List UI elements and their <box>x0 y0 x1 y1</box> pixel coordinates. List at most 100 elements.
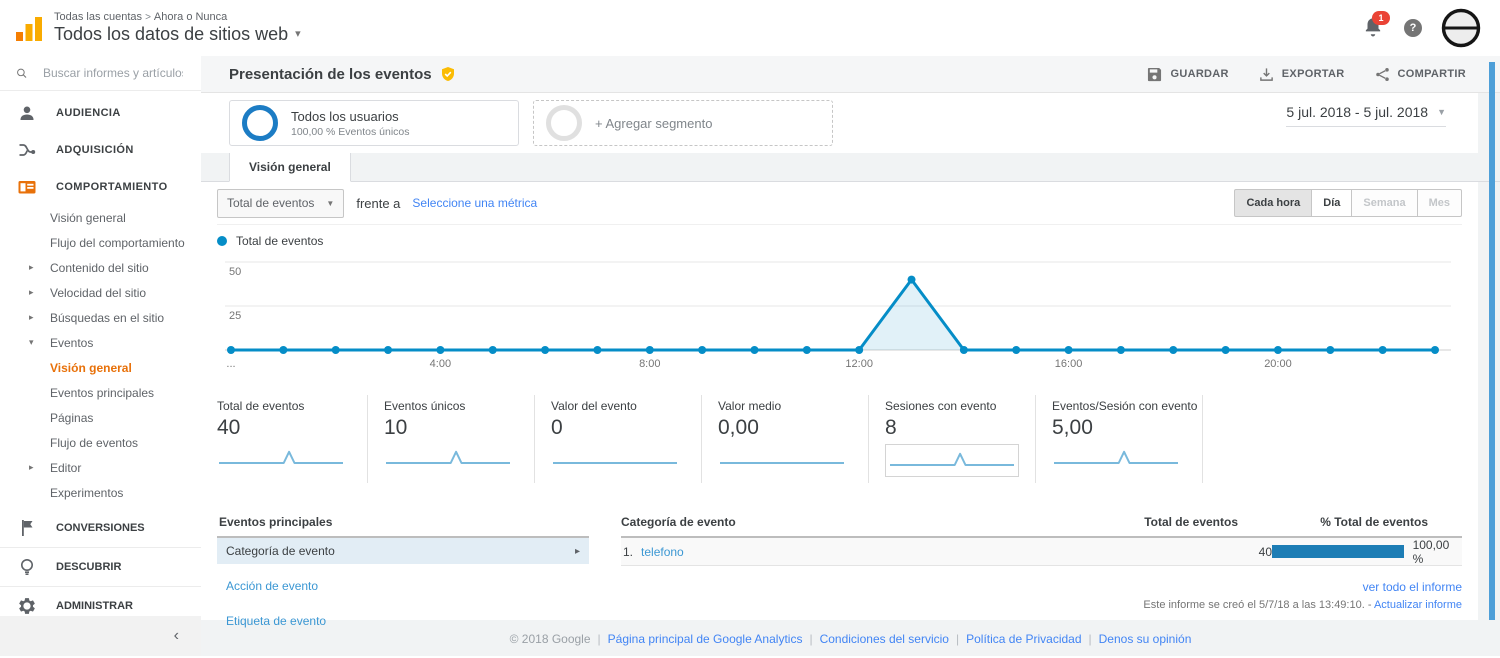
granularity-label: Cada hora <box>1246 197 1300 209</box>
created-note-text: Este informe se creó el 5/7/18 a las 13:… <box>1143 599 1371 611</box>
events-table: Categoría de evento Total de eventos % T… <box>621 515 1462 634</box>
event-category-link[interactable]: telefono <box>641 545 684 559</box>
save-label: GUARDAR <box>1170 68 1228 80</box>
sidebar-item-experimentos[interactable]: Experimentos <box>0 480 201 505</box>
select-metric-link[interactable]: Seleccione una métrica <box>412 196 537 210</box>
scorecard-valor-evento[interactable]: Valor del evento 0 <box>551 395 702 483</box>
sidebar-item-velocidad-sitio[interactable]: ▸Velocidad del sitio <box>0 280 201 305</box>
sidebar-collapse-button[interactable]: ‹ <box>0 616 201 656</box>
export-button[interactable]: EXPORTAR <box>1259 67 1345 82</box>
avatar[interactable] <box>1440 7 1482 49</box>
caret-down-icon: ▼ <box>1437 107 1446 117</box>
sidebar-item-label: COMPORTAMIENTO <box>56 181 168 193</box>
sparkline <box>885 444 1019 477</box>
svg-text:8:00: 8:00 <box>639 358 660 370</box>
sidebar-item-eventos[interactable]: ▾Eventos <box>0 330 201 355</box>
list-item-etiqueta[interactable]: Etiqueta de evento <box>217 608 589 634</box>
notification-badge: 1 <box>1372 11 1390 25</box>
scorecard-label: Eventos/Sesión con evento <box>1052 399 1202 413</box>
segment-subtitle: 100,00 % Eventos únicos <box>291 126 410 138</box>
sidebar-item-busquedas-sitio[interactable]: ▸Búsquedas en el sitio <box>0 305 201 330</box>
person-icon <box>17 103 37 123</box>
breadcrumb-property[interactable]: Ahora o Nunca <box>154 11 227 23</box>
sidebar-subitem-label: Visión general <box>50 361 132 375</box>
scorecard-value: 10 <box>384 416 534 440</box>
sidebar-item-comportamiento[interactable]: COMPORTAMIENTO <box>0 168 201 205</box>
list-item-categoria[interactable]: Categoría de evento ▸ <box>217 538 589 564</box>
tab-vision-general[interactable]: Visión general <box>229 152 351 182</box>
list-item-accion[interactable]: Acción de evento <box>217 573 589 599</box>
footer-link-home[interactable]: Página principal de Google Analytics <box>608 632 803 646</box>
top-events-list: Eventos principales Categoría de evento … <box>217 515 589 634</box>
sidebar-item-eventos-vision-general[interactable]: Visión general <box>0 355 201 380</box>
svg-text:...: ... <box>226 358 235 370</box>
sidebar-item-descubrir[interactable]: DESCUBRIR <box>0 548 201 587</box>
metric-dropdown-value: Total de eventos <box>227 196 314 210</box>
arrow-right-icon: ▸ <box>575 546 580 557</box>
sparkline <box>551 444 679 473</box>
notifications-button[interactable]: 1 <box>1362 16 1386 40</box>
col-total-header: Total de eventos <box>1128 515 1238 529</box>
col-categoria-header: Categoría de evento <box>621 515 1128 529</box>
export-label: EXPORTAR <box>1282 68 1345 80</box>
sidebar-item-audiencia[interactable]: AUDIENCIA <box>0 94 201 131</box>
scorecard-value: 0 <box>551 416 701 440</box>
sidebar: AUDIENCIA ADQUISICIÓN <box>0 56 202 656</box>
sparkline <box>1052 444 1180 473</box>
sidebar-subitem-label: Contenido del sitio <box>50 261 149 275</box>
add-segment-button[interactable]: + Agregar segmento <box>533 100 833 146</box>
granularity-day-button[interactable]: Día <box>1312 189 1352 217</box>
scorecard-valor-medio[interactable]: Valor medio 0,00 <box>718 395 869 483</box>
segment-all-users[interactable]: Todos los usuarios 100,00 % Eventos únic… <box>229 100 519 146</box>
add-segment-donut-icon <box>546 105 582 141</box>
date-range-selector[interactable]: 5 jul. 2018 - 5 jul. 2018 ▼ <box>1286 104 1446 127</box>
expand-icon: ▸ <box>29 262 34 273</box>
share-button[interactable]: COMPARTIR <box>1375 67 1467 82</box>
list-item-label: Acción de evento <box>226 579 318 593</box>
lightbulb-icon <box>17 557 37 577</box>
footer-link-feedback[interactable]: Denos su opinión <box>1099 632 1192 646</box>
sidebar-item-contenido-sitio[interactable]: ▸ Contenido del sitio <box>0 255 201 280</box>
breadcrumb-account[interactable]: Todas las cuentas <box>54 11 142 23</box>
sidebar-item-vision-general[interactable]: Visión general <box>0 205 201 230</box>
sidebar-item-paginas[interactable]: Páginas <box>0 405 201 430</box>
scorecard-eventos-unicos[interactable]: Eventos únicos 10 <box>384 395 535 483</box>
footer-link-terms[interactable]: Condiciones del servicio <box>820 632 949 646</box>
scorecard-total-eventos[interactable]: Total de eventos 40 <box>217 395 368 483</box>
granularity-label: Día <box>1323 197 1340 209</box>
tab-label: Visión general <box>249 160 331 174</box>
help-button[interactable]: ? <box>1404 19 1422 37</box>
sidebar-subitem-label: Editor <box>50 461 81 475</box>
refresh-report-link[interactable]: Actualizar informe <box>1374 599 1462 611</box>
footer-link-privacy[interactable]: Política de Privacidad <box>966 632 1081 646</box>
sidebar-item-flujo-comportamiento[interactable]: Flujo del comportamiento <box>0 230 201 255</box>
scrollbar[interactable] <box>1489 62 1495 620</box>
sidebar-item-editor[interactable]: ▸Editor <box>0 455 201 480</box>
report-actions: GUARDAR EXPORTAR COMPARTIR <box>1147 67 1466 82</box>
behavior-icon <box>17 177 37 197</box>
metric-dropdown[interactable]: Total de eventos ▼ <box>217 189 344 218</box>
granularity-hour-button[interactable]: Cada hora <box>1234 189 1312 217</box>
acquisition-icon <box>17 140 37 160</box>
search-input[interactable] <box>41 65 185 81</box>
svg-text:20:00: 20:00 <box>1264 358 1292 370</box>
sidebar-item-adquisicion[interactable]: ADQUISICIÓN <box>0 131 201 168</box>
footer-separator: | <box>956 632 959 646</box>
view-full-report-link[interactable]: ver todo el informe <box>1363 580 1462 594</box>
scorecard-eventos-sesion[interactable]: Eventos/Sesión con evento 5,00 <box>1052 395 1203 483</box>
scorecards-row: Total de eventos 40 Eventos únicos 10 Va… <box>217 395 1462 483</box>
sparkline <box>384 444 512 473</box>
scorecard-sesiones-con-evento[interactable]: Sesiones con evento 8 <box>885 395 1036 483</box>
save-button[interactable]: GUARDAR <box>1147 67 1228 82</box>
sidebar-item-administrar[interactable]: ADMINISTRAR <box>0 587 201 616</box>
line-chart[interactable]: 2550...4:008:0012:0016:0020:00 <box>217 250 1462 385</box>
sidebar-item-eventos-principales[interactable]: Eventos principales <box>0 380 201 405</box>
sidebar-subitem-label: Eventos <box>50 336 93 350</box>
row-total: 40 <box>1162 545 1272 559</box>
breadcrumb[interactable]: Todas las cuentas>Ahora o Nunca <box>54 11 301 24</box>
sidebar-item-conversiones[interactable]: CONVERSIONES <box>0 509 201 548</box>
table-header: Categoría de evento Total de eventos % T… <box>621 515 1462 538</box>
footer-separator: | <box>598 632 601 646</box>
sidebar-item-flujo-eventos[interactable]: Flujo de eventos <box>0 430 201 455</box>
property-selector[interactable]: Todos los datos de sitios web ▾ <box>54 24 301 45</box>
